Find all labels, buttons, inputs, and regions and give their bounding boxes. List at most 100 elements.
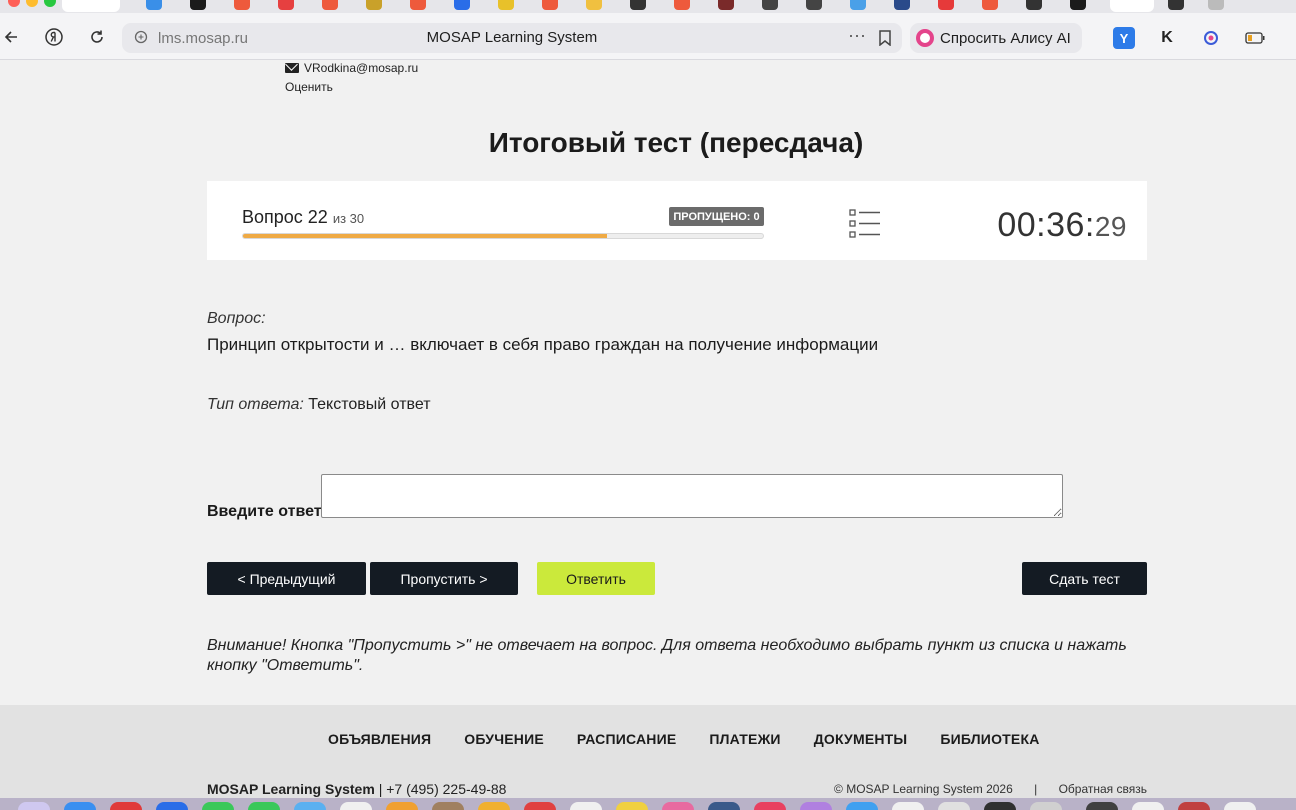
dock-app-icon[interactable] xyxy=(938,802,970,810)
tab-favicon[interactable] xyxy=(1070,0,1086,10)
footer-nav-library[interactable]: БИБЛИОТЕКА xyxy=(940,731,1039,747)
footer-nav-announcements[interactable]: ОБЪЯВЛЕНИЯ xyxy=(328,731,431,747)
dock-app-icon[interactable] xyxy=(386,802,418,810)
previous-button[interactable]: < Предыдущий xyxy=(207,562,366,595)
dock-app-icon[interactable] xyxy=(18,802,50,810)
question-text: Принцип открытости и … включает в себя п… xyxy=(207,335,879,354)
dock-app-icon[interactable] xyxy=(64,802,96,810)
dock-app-icon[interactable] xyxy=(616,802,648,810)
question-label: Вопрос: xyxy=(207,310,266,327)
tab-favicon[interactable] xyxy=(586,0,602,10)
answer-textarea[interactable] xyxy=(321,474,1063,518)
tab-favicon[interactable] xyxy=(322,0,338,10)
skip-button[interactable]: Пропустить > xyxy=(370,562,518,595)
address-bar[interactable]: lms.mosap.ru MOSAP Learning System ··· xyxy=(122,23,902,53)
tab-favicon[interactable] xyxy=(146,0,162,10)
tab-favicon[interactable] xyxy=(938,0,954,10)
progress-bar xyxy=(242,233,764,239)
dock-app-icon[interactable] xyxy=(110,802,142,810)
dock-app-icon[interactable] xyxy=(800,802,832,810)
maximize-window-icon[interactable] xyxy=(44,0,56,7)
macos-dock xyxy=(0,798,1296,810)
user-email[interactable]: VRodkina@mosap.ru xyxy=(304,61,418,75)
tab-favicon[interactable] xyxy=(674,0,690,10)
dock-app-icon[interactable] xyxy=(708,802,740,810)
dock-app-icon[interactable] xyxy=(984,802,1016,810)
dock-app-icon[interactable] xyxy=(1132,802,1164,810)
tab-favicon[interactable] xyxy=(1026,0,1042,10)
test-status-panel: Вопрос 22 из 30 ПРОПУЩЕНО: 0 00:36:29 xyxy=(207,181,1147,260)
skip-warning-notice: Внимание! Кнопка "Пропустить >" не отвеч… xyxy=(207,637,1127,674)
dock-app-icon[interactable] xyxy=(1178,802,1210,810)
tab-favicon[interactable] xyxy=(542,0,558,10)
footer-brand-name: MOSAP Learning System xyxy=(207,781,375,797)
tab-favicon[interactable] xyxy=(234,0,250,10)
skipped-badge: ПРОПУЩЕНО: 0 xyxy=(669,207,764,226)
rate-link[interactable]: Оценить xyxy=(285,80,333,94)
tab-favicon[interactable] xyxy=(850,0,866,10)
active-tab[interactable] xyxy=(62,0,120,12)
yandex-market-icon[interactable]: Y xyxy=(1113,27,1135,49)
close-window-icon[interactable] xyxy=(8,0,20,7)
battery-icon xyxy=(1244,27,1266,49)
pinned-tab-active[interactable] xyxy=(1110,0,1154,12)
back-arrow-icon[interactable] xyxy=(0,26,22,48)
footer-nav-learning[interactable]: ОБУЧЕНИЕ xyxy=(464,731,544,747)
envelope-icon xyxy=(285,63,299,73)
footer-nav-schedule[interactable]: РАСПИСАНИЕ xyxy=(577,731,677,747)
footer-separator: | xyxy=(1034,782,1038,796)
dock-app-icon[interactable] xyxy=(570,802,602,810)
dock-app-icon[interactable] xyxy=(1030,802,1062,810)
yandex-logo-icon[interactable] xyxy=(43,26,65,48)
dock-app-icon[interactable] xyxy=(294,802,326,810)
dock-app-icon[interactable] xyxy=(248,802,280,810)
tab-favicon[interactable] xyxy=(894,0,910,10)
tab-favicon[interactable] xyxy=(410,0,426,10)
dock-app-icon[interactable] xyxy=(754,802,786,810)
kinopoisk-icon[interactable]: K xyxy=(1156,27,1178,49)
ellipsis-icon[interactable]: ··· xyxy=(848,25,866,46)
tab-favicon[interactable] xyxy=(1168,0,1184,10)
feedback-link[interactable]: Обратная связь xyxy=(1059,782,1147,796)
tab-favicon[interactable] xyxy=(366,0,382,10)
footer-right: © MOSAP Learning System 2026 | Обратная … xyxy=(834,782,1147,796)
dock-app-icon[interactable] xyxy=(524,802,556,810)
extension-icon[interactable] xyxy=(1200,27,1222,49)
answer-button[interactable]: Ответить xyxy=(537,562,655,595)
user-contact: VRodkina@mosap.ru xyxy=(285,61,418,75)
tab-favicon[interactable] xyxy=(278,0,294,10)
tab-favicon[interactable] xyxy=(630,0,646,10)
dock-app-icon[interactable] xyxy=(478,802,510,810)
dock-app-icon[interactable] xyxy=(202,802,234,810)
dock-app-icon[interactable] xyxy=(846,802,878,810)
dock-app-icon[interactable] xyxy=(1086,802,1118,810)
tab-favicon[interactable] xyxy=(718,0,734,10)
minimize-window-icon[interactable] xyxy=(26,0,38,7)
dock-app-icon[interactable] xyxy=(662,802,694,810)
site-footer: ОБЪЯВЛЕНИЯ ОБУЧЕНИЕ РАСПИСАНИЕ ПЛАТЕЖИ Д… xyxy=(0,705,1296,800)
tab-favicon[interactable] xyxy=(190,0,206,10)
tab-favicon[interactable] xyxy=(762,0,778,10)
browser-toolbar: lms.mosap.ru MOSAP Learning System ··· С… xyxy=(0,13,1296,60)
submit-test-button[interactable]: Сдать тест xyxy=(1022,562,1147,595)
dock-app-icon[interactable] xyxy=(1224,802,1256,810)
dock-app-icon[interactable] xyxy=(156,802,188,810)
dock-app-icon[interactable] xyxy=(340,802,372,810)
footer-phone[interactable]: | +7 (495) 225-49-88 xyxy=(379,781,507,797)
dock-app-icon[interactable] xyxy=(892,802,924,810)
tab-favicon[interactable] xyxy=(454,0,470,10)
footer-nav-payments[interactable]: ПЛАТЕЖИ xyxy=(709,731,780,747)
tab-favicon[interactable] xyxy=(806,0,822,10)
alice-assistant-button[interactable]: Спросить Алису AI xyxy=(910,23,1082,53)
tab-favicon[interactable] xyxy=(982,0,998,10)
footer-copyright: © MOSAP Learning System 2026 xyxy=(834,782,1013,796)
footer-nav-documents[interactable]: ДОКУМЕНТЫ xyxy=(814,731,908,747)
new-tab-icon[interactable] xyxy=(1208,0,1224,10)
answer-type-label: Тип ответа: xyxy=(207,396,304,413)
countdown-timer: 00:36:29 xyxy=(997,206,1127,245)
reload-icon[interactable] xyxy=(86,26,108,48)
dock-app-icon[interactable] xyxy=(432,802,464,810)
tab-favicon[interactable] xyxy=(498,0,514,10)
question-list-icon[interactable] xyxy=(849,209,881,239)
bookmark-icon[interactable] xyxy=(878,30,892,50)
